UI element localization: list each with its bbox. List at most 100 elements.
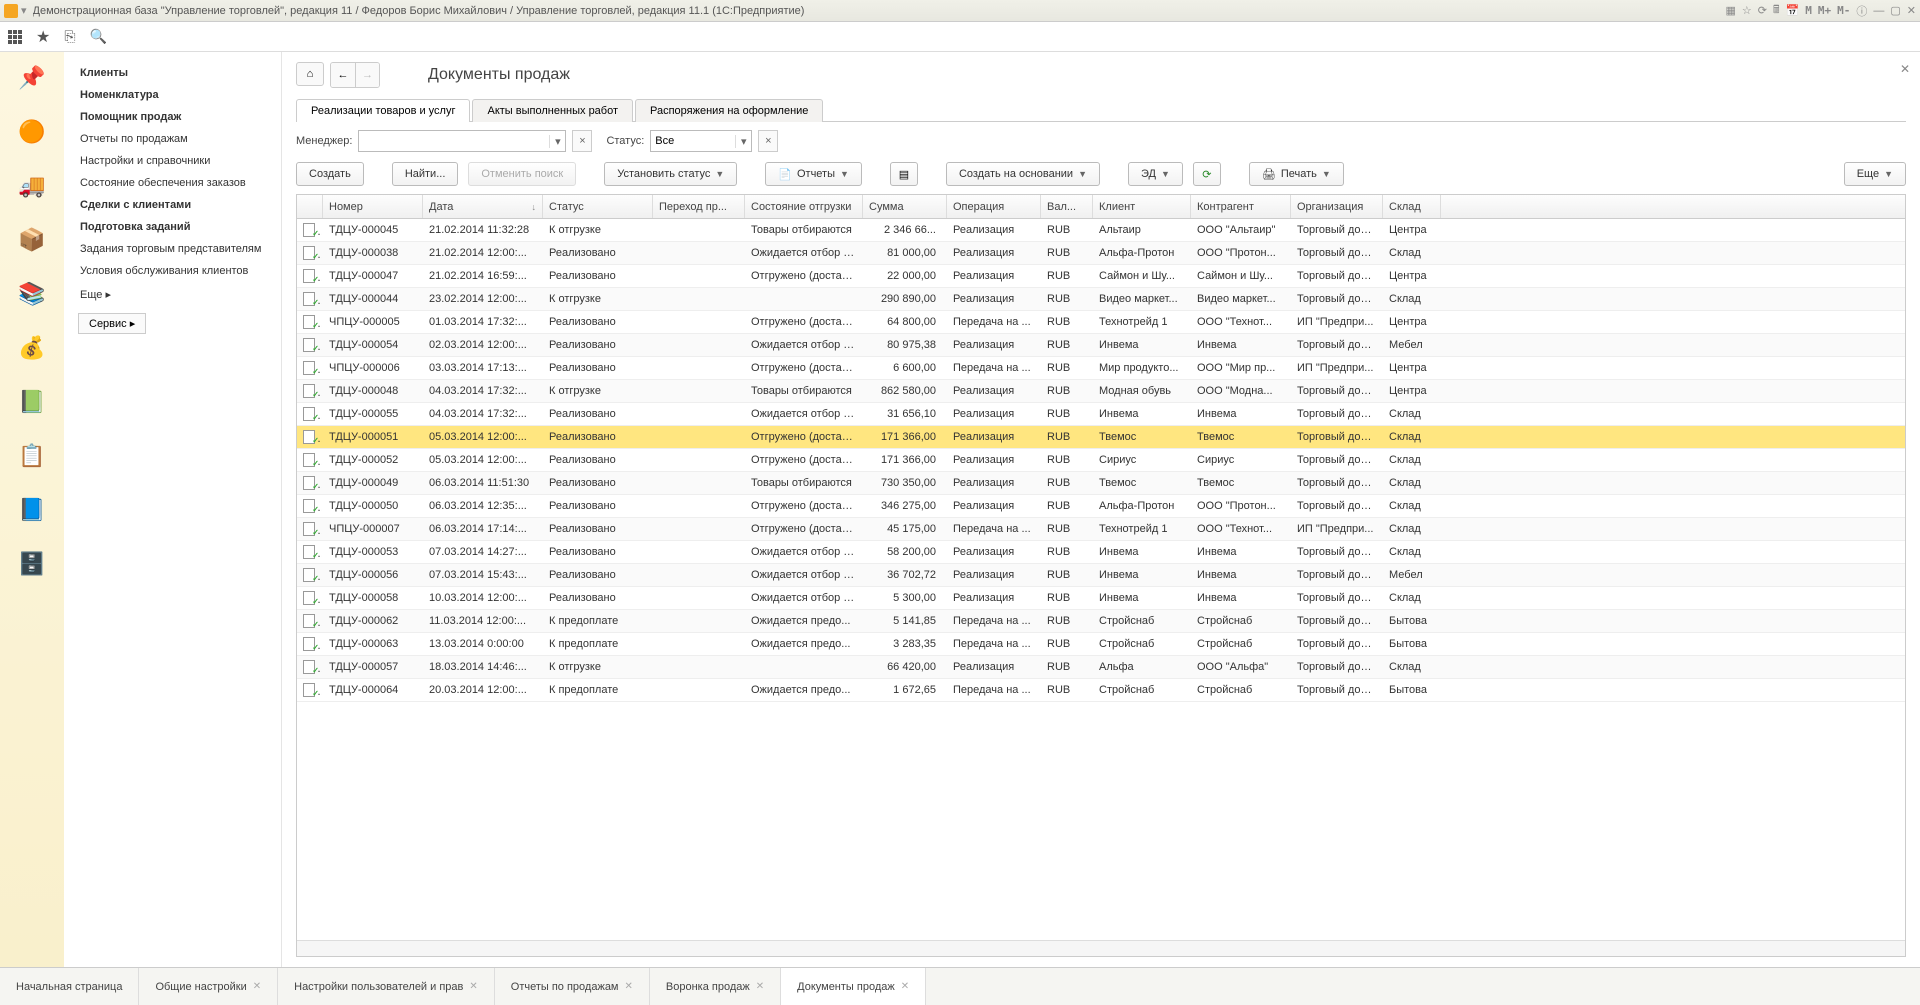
table-row[interactable]: ТДЦУ-00006211.03.2014 12:00:...К предопл… [297,610,1905,633]
taskbar-tab-5[interactable]: Документы продаж✕ [781,968,926,1005]
print-button[interactable]: 🖨Печать▼ [1249,162,1344,186]
table-row[interactable]: ТДЦУ-00005504.03.2014 17:32:...Реализова… [297,403,1905,426]
taskbar-tab-3[interactable]: Отчеты по продажам✕ [495,968,650,1005]
column-header-2[interactable]: Дата↓ [423,195,543,218]
sys-icon-2[interactable]: ☆ [1742,4,1752,17]
set-status-button[interactable]: Установить статус▼ [604,162,737,186]
favorites-icon[interactable]: ★ [36,27,50,47]
section-icon-1[interactable]: 🟠 [14,114,50,150]
nav-item-4[interactable]: Настройки и справочники [64,150,281,172]
taskbar-tab-close-icon[interactable]: ✕ [901,981,909,992]
home-button[interactable]: ⌂ [296,62,324,86]
list-settings-button[interactable]: ▤ [890,162,918,186]
nav-item-2[interactable]: Помощник продаж [64,106,281,128]
taskbar-tab-4[interactable]: Воронка продаж✕ [650,968,781,1005]
column-header-11[interactable]: Организация [1291,195,1383,218]
manager-combo[interactable]: ▾ [358,130,566,152]
column-header-1[interactable]: Номер [323,195,423,218]
manager-clear[interactable]: × [572,130,592,152]
nav-item-6[interactable]: Сделки с клиентами [64,194,281,216]
table-row[interactable]: ТДЦУ-00005205.03.2014 12:00:...Реализова… [297,449,1905,472]
search-icon[interactable]: 🔍 [90,28,107,45]
column-header-12[interactable]: Склад [1383,195,1441,218]
nav-more[interactable]: Еще ▸ [64,282,281,307]
table-row[interactable]: ТДЦУ-00004721.02.2014 16:59:...Реализова… [297,265,1905,288]
create-based-button[interactable]: Создать на основании▼ [946,162,1100,186]
taskbar-tab-0[interactable]: Начальная страница [0,968,139,1005]
mem-m[interactable]: M [1805,4,1812,17]
taskbar-tab-close-icon[interactable]: ✕ [756,981,764,992]
ed-button[interactable]: ЭД▼ [1128,162,1183,186]
taskbar-tab-close-icon[interactable]: ✕ [625,981,633,992]
column-header-9[interactable]: Клиент [1093,195,1191,218]
mem-mplus[interactable]: M+ [1818,4,1831,17]
column-header-8[interactable]: Вал... [1041,195,1093,218]
section-icon-0[interactable]: 📌 [14,60,50,96]
grid-body[interactable]: ТДЦУ-00004521.02.2014 11:32:28К отгрузке… [297,219,1905,940]
nav-item-7[interactable]: Подготовка заданий [64,216,281,238]
content-tab-1[interactable]: Акты выполненных работ [472,99,633,122]
more-button[interactable]: Еще▼ [1844,162,1906,186]
taskbar-tab-close-icon[interactable]: ✕ [469,981,477,992]
sys-icon-3[interactable]: ⟳ [1758,4,1767,17]
status-clear[interactable]: × [758,130,778,152]
column-header-4[interactable]: Переход пр... [653,195,745,218]
apps-grid-icon[interactable] [8,30,22,44]
manager-input[interactable] [359,131,549,151]
section-icon-8[interactable]: 📘 [14,492,50,528]
section-icon-7[interactable]: 📋 [14,438,50,474]
status-input[interactable] [651,131,735,151]
manager-dropdown-icon[interactable]: ▾ [549,135,565,148]
column-header-3[interactable]: Статус [543,195,653,218]
content-tab-2[interactable]: Распоряжения на оформление [635,99,823,122]
table-row[interactable]: ТДЦУ-00006420.03.2014 12:00:...К предопл… [297,679,1905,702]
history-icon[interactable]: ⎘ [64,28,75,45]
table-row[interactable]: ТДЦУ-00004423.02.2014 12:00:...К отгрузк… [297,288,1905,311]
table-row[interactable]: ТДЦУ-00004804.03.2014 17:32:...К отгрузк… [297,380,1905,403]
nav-item-9[interactable]: Условия обслуживания клиентов [64,260,281,282]
section-icon-4[interactable]: 📚 [14,276,50,312]
table-row[interactable]: ТДЦУ-00005607.03.2014 15:43:...Реализова… [297,564,1905,587]
nav-item-0[interactable]: Клиенты [64,62,281,84]
column-header-10[interactable]: Контрагент [1191,195,1291,218]
forward-button[interactable]: → [355,63,379,87]
table-row[interactable]: ТДЦУ-00005810.03.2014 12:00:...Реализова… [297,587,1905,610]
create-button[interactable]: Создать [296,162,364,186]
taskbar-tab-2[interactable]: Настройки пользователей и прав✕ [278,968,495,1005]
column-header-7[interactable]: Операция [947,195,1041,218]
status-dropdown-icon[interactable]: ▾ [735,135,751,148]
sys-icon-cal[interactable]: 📅 [1786,4,1800,17]
sys-icon-1[interactable]: ▦ [1725,4,1735,17]
table-row[interactable]: ЧПЦУ-00000501.03.2014 17:32:...Реализова… [297,311,1905,334]
table-row[interactable]: ТДЦУ-00005105.03.2014 12:00:...Реализова… [297,426,1905,449]
status-combo[interactable]: ▾ [650,130,752,152]
nav-item-8[interactable]: Задания торговым представителям [64,238,281,260]
table-row[interactable]: ТДЦУ-00004906.03.2014 11:51:30Реализован… [297,472,1905,495]
nav-item-1[interactable]: Номенклатура [64,84,281,106]
section-icon-3[interactable]: 📦 [14,222,50,258]
refresh-button[interactable]: ⟳ [1193,162,1221,186]
minimize-icon[interactable]: — [1873,5,1884,17]
table-row[interactable]: ТДЦУ-00005402.03.2014 12:00:...Реализова… [297,334,1905,357]
table-row[interactable]: ЧПЦУ-00000706.03.2014 17:14:...Реализова… [297,518,1905,541]
column-header-0[interactable] [297,195,323,218]
table-row[interactable]: ТДЦУ-00006313.03.2014 0:00:00К предоплат… [297,633,1905,656]
taskbar-tab-1[interactable]: Общие настройки✕ [139,968,278,1005]
table-row[interactable]: ТДЦУ-00003821.02.2014 12:00:...Реализова… [297,242,1905,265]
reports-button[interactable]: 📄Отчеты▼ [765,162,862,186]
grid-scroll-footer[interactable] [297,940,1905,956]
help-icon[interactable]: ⓘ [1856,3,1867,19]
column-header-6[interactable]: Сумма [863,195,947,218]
table-row[interactable]: ТДЦУ-00005307.03.2014 14:27:...Реализова… [297,541,1905,564]
close-icon[interactable]: ✕ [1907,4,1916,17]
back-button[interactable]: ← [331,63,355,87]
section-icon-2[interactable]: 🚚 [14,168,50,204]
section-icon-5[interactable]: 💰 [14,330,50,366]
table-row[interactable]: ТДЦУ-00005006.03.2014 12:35:...Реализова… [297,495,1905,518]
nav-service[interactable]: Сервис ▸ [78,313,146,334]
section-icon-6[interactable]: 📗 [14,384,50,420]
column-header-5[interactable]: Состояние отгрузки [745,195,863,218]
table-row[interactable]: ТДЦУ-00004521.02.2014 11:32:28К отгрузке… [297,219,1905,242]
page-close-icon[interactable]: ✕ [1900,62,1910,76]
table-row[interactable]: ТДЦУ-00005718.03.2014 14:46:...К отгрузк… [297,656,1905,679]
